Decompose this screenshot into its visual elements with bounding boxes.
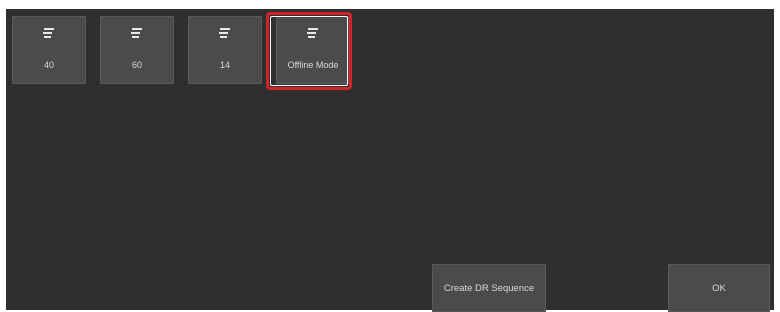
ok-button[interactable]: OK bbox=[668, 264, 770, 312]
profile-tile-60[interactable]: 60 bbox=[100, 16, 174, 84]
profile-tile-label: 14 bbox=[219, 60, 230, 70]
profile-tile-40[interactable]: 40 bbox=[12, 16, 86, 84]
profile-icon bbox=[43, 28, 54, 38]
profile-icon bbox=[131, 28, 142, 38]
profile-tile-14[interactable]: 14 bbox=[188, 16, 262, 84]
profile-tile-label: Offline Mode bbox=[287, 60, 339, 70]
create-dr-sequence-button[interactable]: Create DR Sequence bbox=[432, 264, 546, 312]
profile-tile-offline-mode[interactable]: Offline Mode bbox=[276, 16, 350, 84]
profile-selection-panel: 40 60 14 Offline Mode Create DR Sequence… bbox=[6, 9, 774, 312]
profile-tile-label: 60 bbox=[131, 60, 142, 70]
profile-icon bbox=[219, 28, 230, 38]
profile-icon bbox=[307, 28, 318, 38]
profile-tile-label: 40 bbox=[43, 60, 54, 70]
